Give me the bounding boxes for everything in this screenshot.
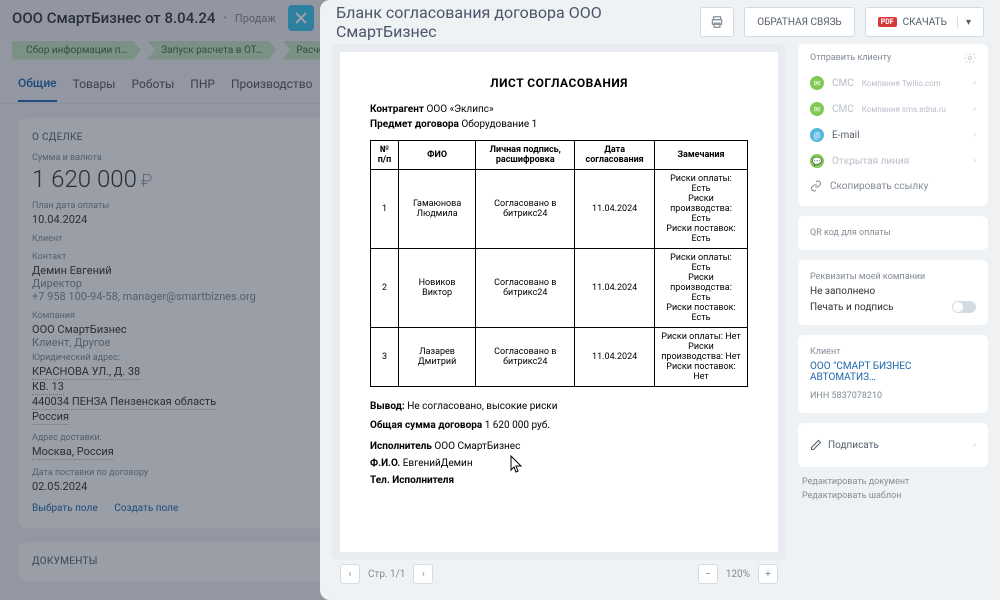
document-viewport[interactable]: ЛИСТ СОГЛАСОВАНИЯ Контрагент ООО «Эклипс… (332, 44, 786, 560)
table-row: 3Лазарев ДмитрийСогласовано в битрикс241… (371, 328, 748, 387)
zoom-out-button[interactable]: − (698, 564, 718, 584)
client-name-link[interactable]: ООО "СМАРТ БИЗНЕС АВТОМАТИЗ… (798, 361, 988, 387)
modal-overlay: Бланк согласования договора ООО СмартБиз… (0, 0, 1000, 600)
pdf-badge-icon: PDF (878, 17, 897, 27)
next-page-button[interactable]: › (413, 564, 433, 584)
copy-link[interactable]: Скопировать ссылку (798, 174, 988, 198)
gear-icon[interactable] (964, 52, 976, 64)
prev-page-button[interactable]: ‹ (340, 564, 360, 584)
zoom-in-button[interactable]: + (758, 564, 778, 584)
client-header: Клиент (798, 343, 988, 361)
sms-icon: ✉ (810, 76, 824, 90)
print-button[interactable] (700, 7, 734, 37)
table-row: 2Новиков ВикторСогласовано в битрикс2411… (371, 249, 748, 328)
table-row: 1Гамаюнова ЛюдмилаСогласовано в битрикс2… (371, 170, 748, 249)
approval-table: № п/пФИОЛичная подпись, расшифровкаДата … (370, 140, 748, 387)
document-page: ЛИСТ СОГЛАСОВАНИЯ Контрагент ООО «Эклипс… (340, 52, 778, 552)
document-modal: Бланк согласования договора ООО СмартБиз… (320, 0, 1000, 600)
modal-title: Бланк согласования договора ООО СмартБиз… (336, 3, 690, 41)
pen-icon (810, 439, 822, 451)
qr-section[interactable]: QR код для оплаты (798, 224, 988, 242)
chevron-right-icon: › (973, 156, 976, 166)
chevron-right-icon: › (973, 78, 976, 88)
requisites-value[interactable]: Не заполнено (798, 286, 988, 301)
requisites-header: Реквизиты моей компании (798, 268, 988, 286)
print-icon (710, 15, 724, 29)
doc-heading: ЛИСТ СОГЛАСОВАНИЯ (370, 76, 748, 90)
send-email[interactable]: @E-mail› (798, 122, 988, 148)
zoom-level: 120% (726, 569, 750, 580)
send-sms-twilio[interactable]: ✉СМС Компания Twilio.com› (798, 70, 988, 96)
sign-button[interactable]: Подписать › (798, 431, 988, 459)
page-info: Стр. 1/1 (368, 569, 405, 580)
stamp-toggle[interactable] (952, 301, 976, 313)
edit-template-link[interactable]: Редактировать шаблон (802, 491, 984, 501)
sms-icon: ✉ (810, 102, 824, 116)
chat-icon: 💬 (810, 154, 824, 168)
email-icon: @ (810, 128, 824, 142)
chevron-right-icon: › (973, 104, 976, 114)
send-open-line[interactable]: 💬Открытая линия› (798, 148, 988, 174)
link-icon (810, 180, 822, 192)
stamp-toggle-label: Печать и подпись (810, 302, 894, 313)
chevron-down-icon: ▾ (957, 17, 971, 28)
client-inn: ИНН 5837078210 (798, 387, 988, 405)
chevron-right-icon: › (973, 130, 976, 140)
feedback-button[interactable]: ОБРАТНАЯ СВЯЗЬ (744, 7, 855, 37)
send-sms-edna[interactable]: ✉СМС Компания sms.edna.ru› (798, 96, 988, 122)
edit-document-link[interactable]: Редактировать документ (802, 477, 984, 487)
download-button[interactable]: PDF СКАЧАТЬ ▾ (865, 7, 984, 37)
chevron-right-icon: › (973, 440, 976, 450)
send-section-header: Отправить клиенту (810, 53, 891, 63)
